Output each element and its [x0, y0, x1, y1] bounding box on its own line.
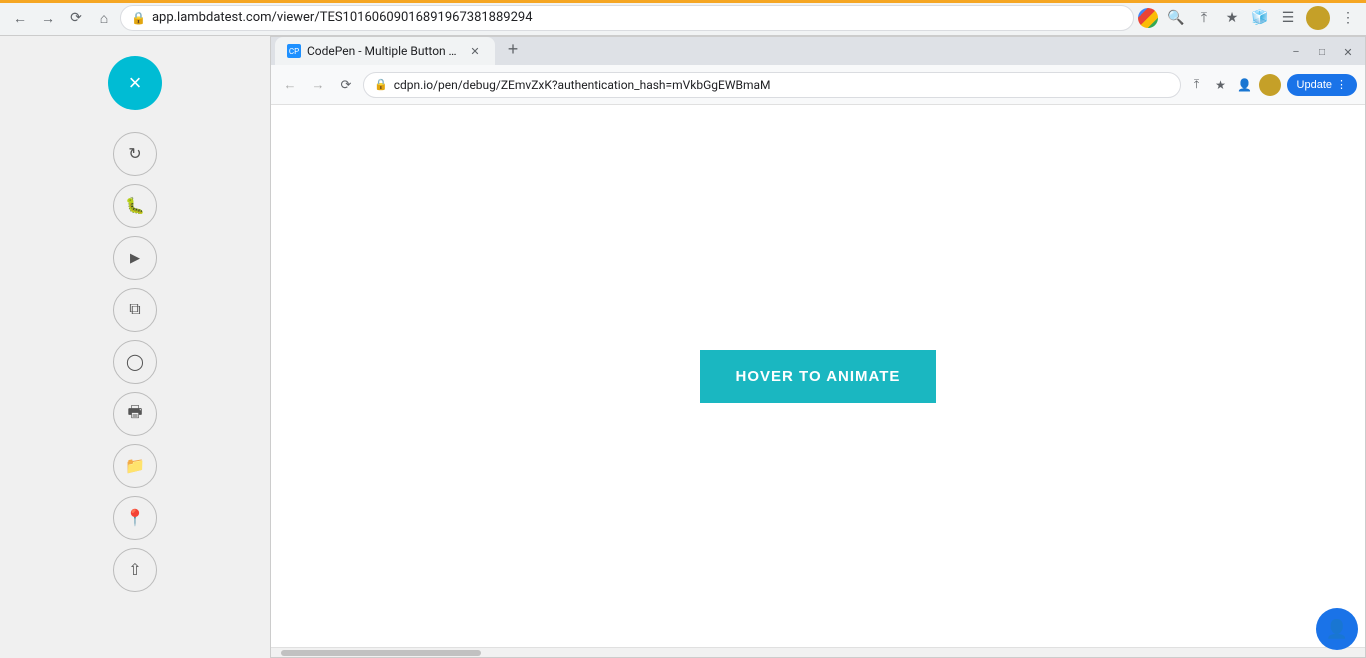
- cube-button[interactable]: ◯: [113, 340, 157, 384]
- inner-active-tab[interactable]: CP CodePen - Multiple Button Tran... ✕: [275, 37, 495, 65]
- location-button[interactable]: 📍: [113, 496, 157, 540]
- google-lens-icon[interactable]: [1138, 8, 1158, 28]
- update-button[interactable]: Update ⋮: [1287, 74, 1357, 96]
- inner-browser-bar: ← → ⟳ 🔒 cdpn.io/pen/debug/ZEmvZxK?authen…: [271, 65, 1365, 105]
- folder-button[interactable]: 📁: [113, 444, 157, 488]
- inner-window-restore[interactable]: □: [1311, 41, 1333, 63]
- inner-bookmark-icon[interactable]: ★: [1211, 75, 1231, 95]
- zoom-icon[interactable]: 🔍: [1166, 8, 1186, 28]
- inner-forward-button[interactable]: →: [307, 74, 329, 96]
- horizontal-scrollbar[interactable]: [271, 647, 1365, 657]
- inner-refresh-button[interactable]: ⟳: [335, 74, 357, 96]
- inner-tab-close-button[interactable]: ✕: [467, 43, 483, 59]
- hover-animate-button[interactable]: HOVER TO ANIMATE: [700, 350, 937, 403]
- sync-icon: ↻: [128, 144, 141, 164]
- update-chevron-icon: ⋮: [1336, 78, 1347, 91]
- inner-new-tab-button[interactable]: +: [499, 35, 527, 63]
- close-button[interactable]: ×: [108, 56, 162, 110]
- folder-icon: 📁: [125, 456, 145, 476]
- share-icon[interactable]: ⤒: [1194, 8, 1214, 28]
- outer-url-text: app.lambdatest.com/viewer/TES10160609016…: [152, 10, 1123, 25]
- bug-icon: 🐛: [125, 196, 145, 216]
- inner-window-minimize[interactable]: −: [1285, 41, 1307, 63]
- refresh-button[interactable]: ⟳: [64, 6, 88, 30]
- inner-profile-avatar[interactable]: [1259, 74, 1281, 96]
- upload-button[interactable]: ⇧: [113, 548, 157, 592]
- layers-icon: ⧉: [129, 301, 140, 319]
- orange-accent-bar: [0, 0, 1366, 3]
- sync-button[interactable]: ↻: [113, 132, 157, 176]
- inner-tab-title: CodePen - Multiple Button Tran...: [307, 44, 461, 58]
- inner-browser: CP CodePen - Multiple Button Tran... ✕ +…: [270, 36, 1366, 658]
- inner-share-icon[interactable]: ⤒: [1187, 75, 1207, 95]
- extensions-icon[interactable]: 🧊: [1250, 8, 1270, 28]
- outer-address-bar[interactable]: 🔒 app.lambdatest.com/viewer/TES101606090…: [120, 5, 1134, 31]
- inner-window-close[interactable]: ✕: [1337, 41, 1359, 63]
- location-icon: 📍: [125, 508, 145, 528]
- inner-profile-icon[interactable]: 👤: [1235, 75, 1255, 95]
- inner-address-bar[interactable]: 🔒 cdpn.io/pen/debug/ZEmvZxK?authenticati…: [363, 72, 1181, 98]
- inner-url-text: cdpn.io/pen/debug/ZEmvZxK?authentication…: [394, 78, 1170, 92]
- back-button[interactable]: ←: [8, 6, 32, 30]
- forward-button[interactable]: →: [36, 6, 60, 30]
- monitor-button[interactable]: 🖶: [113, 392, 157, 436]
- home-button[interactable]: ⌂: [92, 6, 116, 30]
- profile-avatar[interactable]: [1306, 6, 1330, 30]
- sidebar-toggle-icon[interactable]: ☰: [1278, 8, 1298, 28]
- bookmark-icon[interactable]: ★: [1222, 8, 1242, 28]
- outer-toolbar: 🔍 ⤒ ★ 🧊 ☰ ⋮: [1138, 6, 1358, 30]
- video-icon: ▶: [130, 250, 140, 266]
- inner-back-button[interactable]: ←: [279, 74, 301, 96]
- menu-icon[interactable]: ⋮: [1338, 8, 1358, 28]
- upload-icon: ⇧: [128, 560, 141, 580]
- avatar-icon: 👤: [1326, 619, 1348, 640]
- inner-page-content: HOVER TO ANIMATE: [271, 105, 1365, 647]
- layers-button[interactable]: ⧉: [113, 288, 157, 332]
- inner-lock-icon: 🔒: [374, 78, 388, 91]
- monitor-icon: 🖶: [127, 401, 142, 428]
- lock-icon: 🔒: [131, 11, 146, 25]
- cube-icon: ◯: [126, 352, 144, 372]
- inner-right-toolbar: ⤒ ★ 👤: [1187, 74, 1281, 96]
- video-button[interactable]: ▶: [113, 236, 157, 280]
- bug-button[interactable]: 🐛: [113, 184, 157, 228]
- scrollbar-thumb: [281, 650, 481, 656]
- bottom-right-avatar[interactable]: 👤: [1316, 608, 1358, 650]
- inner-tab-strip: CP CodePen - Multiple Button Tran... ✕ +…: [271, 37, 1365, 65]
- left-sidebar: × ↻ 🐛 ▶ ⧉ ◯ 🖶 📁 📍 ⇧: [0, 36, 270, 658]
- inner-tab-favicon: CP: [287, 44, 301, 58]
